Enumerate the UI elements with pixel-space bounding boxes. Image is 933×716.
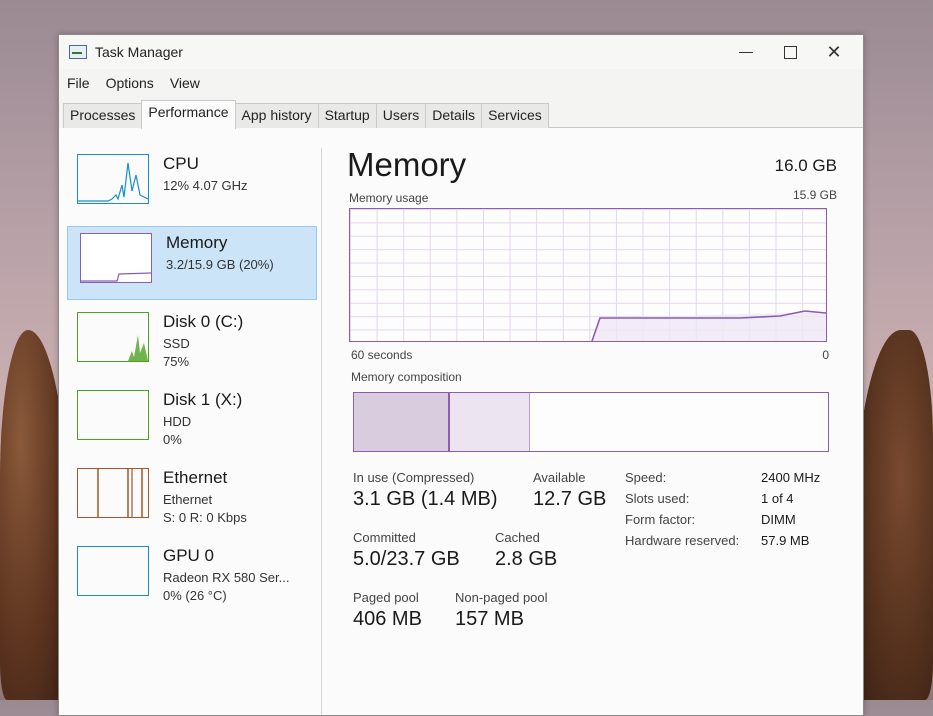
disk0-mini-graph (77, 312, 149, 362)
menu-options[interactable]: Options (98, 73, 162, 95)
sidebar-item-cpu[interactable]: CPU 12% 4.07 GHz (65, 148, 317, 220)
sidebar-item-memory[interactable]: Memory 3.2/15.9 GB (20%) (67, 226, 317, 300)
sidebar-type-disk0: SSD (163, 336, 190, 351)
memory-usage-max: 15.9 GB (792, 188, 837, 202)
memory-mini-graph-svg (81, 272, 151, 282)
non-paged-pool-label: Non-paged pool (455, 590, 548, 605)
graph-time-axis-start: 60 seconds (351, 348, 413, 362)
speed-value: 2400 MHz (761, 470, 821, 485)
slots-used-label: Slots used: (625, 491, 690, 506)
tab-bar: Processes Performance App history Startu… (63, 100, 863, 129)
memory-usage-label: Memory usage (349, 191, 429, 205)
sidebar-value-ethernet: S: 0 R: 0 Kbps (163, 510, 247, 525)
tab-services[interactable]: Services (481, 103, 549, 128)
disk1-mini-graph (77, 390, 149, 440)
close-button[interactable]: ✕ (817, 39, 851, 65)
ethernet-mini-graph-svg (97, 469, 143, 517)
sidebar-label-cpu: CPU (163, 154, 199, 173)
resource-sidebar: CPU 12% 4.07 GHz Memory 3.2/15.9 GB (20%… (65, 148, 317, 618)
sidebar-label-disk0: Disk 0 (C:) (163, 312, 244, 331)
memory-composition-bar (353, 392, 829, 452)
tab-details[interactable]: Details (425, 103, 483, 128)
slots-used-value: 1 of 4 (761, 491, 794, 506)
memory-usage-graph (349, 208, 827, 342)
sidebar-label-disk1: Disk 1 (X:) (163, 390, 243, 409)
sidebar-value-cpu: 12% 4.07 GHz (163, 178, 248, 193)
menu-view[interactable]: View (162, 73, 208, 95)
sidebar-value-memory: 3.2/15.9 GB (20%) (166, 257, 274, 272)
title-bar[interactable]: Task Manager ✕ (59, 35, 863, 69)
close-icon: ✕ (826, 41, 842, 63)
sidebar-label-ethernet: Ethernet (163, 468, 228, 487)
in-use-label: In use (Compressed) (353, 470, 475, 485)
task-manager-icon (69, 45, 87, 59)
tab-app-history[interactable]: App history (234, 103, 319, 128)
in-use-value: 3.1 GB (1.4 MB) (353, 488, 498, 510)
sidebar-type-disk1: HDD (163, 414, 192, 429)
sidebar-divider (321, 148, 322, 715)
memory-composition-label: Memory composition (351, 370, 462, 384)
gpu-mini-graph (77, 546, 149, 596)
tab-processes[interactable]: Processes (63, 103, 143, 128)
cached-value: 2.8 GB (495, 548, 558, 570)
cached-label: Cached (495, 530, 540, 545)
task-manager-window: Task Manager ✕ File Options View Process… (58, 34, 864, 716)
sidebar-item-gpu0[interactable]: GPU 0 Radeon RX 580 Ser... 0% (26 °C) (65, 540, 317, 612)
hardware-reserved-value: 57.9 MB (761, 533, 810, 548)
composition-in-use[interactable] (354, 393, 450, 451)
menu-bar: File Options View (59, 73, 208, 95)
sidebar-type-gpu0: Radeon RX 580 Ser... (163, 570, 290, 585)
sidebar-label-gpu0: GPU 0 (163, 546, 215, 565)
sidebar-item-disk1[interactable]: Disk 1 (X:) HDD 0% (65, 384, 317, 456)
sidebar-type-ethernet: Ethernet (163, 492, 213, 507)
memory-usage-line (591, 310, 826, 341)
sidebar-label-memory: Memory (166, 233, 228, 252)
background-rock-right (853, 330, 933, 700)
available-value: 12.7 GB (533, 488, 607, 510)
tab-users[interactable]: Users (375, 103, 427, 128)
graph-time-axis-end: 0 (822, 348, 829, 362)
performance-content: CPU 12% 4.07 GHz Memory 3.2/15.9 GB (20%… (59, 128, 863, 715)
minimize-icon (739, 51, 753, 53)
hardware-reserved-label: Hardware reserved: (625, 533, 740, 548)
page-title: Memory (347, 146, 467, 183)
memory-mini-graph (80, 233, 152, 283)
minimize-button[interactable] (729, 39, 763, 65)
speed-label: Speed: (625, 470, 667, 485)
window-title: Task Manager (95, 44, 183, 60)
form-factor-label: Form factor: (625, 512, 696, 527)
committed-value: 5.0/23.7 GB (353, 548, 460, 570)
maximize-icon (783, 45, 797, 59)
non-paged-pool-value: 157 MB (455, 608, 524, 630)
tab-startup[interactable]: Startup (317, 103, 377, 128)
sidebar-value-disk1: 0% (163, 432, 182, 447)
memory-total: 16.0 GB (774, 156, 837, 175)
composition-free[interactable] (530, 393, 828, 451)
cpu-mini-graph-svg (78, 162, 148, 202)
paged-pool-label: Paged pool (353, 590, 419, 605)
available-label: Available (533, 470, 586, 485)
committed-label: Committed (353, 530, 416, 545)
sidebar-item-disk0[interactable]: Disk 0 (C:) SSD 75% (65, 306, 317, 378)
form-factor-value: DIMM (761, 512, 796, 527)
sidebar-value-gpu0: 0% (26 °C) (163, 588, 227, 603)
sidebar-value-disk0: 75% (163, 354, 190, 369)
paged-pool-value: 406 MB (353, 608, 422, 630)
tab-performance[interactable]: Performance (141, 100, 236, 129)
disk0-mini-graph-svg (128, 335, 148, 361)
sidebar-item-ethernet[interactable]: Ethernet Ethernet S: 0 R: 0 Kbps (65, 462, 317, 534)
cpu-mini-graph (77, 154, 149, 204)
composition-standby[interactable] (450, 393, 530, 451)
ethernet-mini-graph (77, 468, 149, 518)
maximize-button[interactable] (773, 39, 807, 65)
menu-file[interactable]: File (59, 73, 98, 95)
